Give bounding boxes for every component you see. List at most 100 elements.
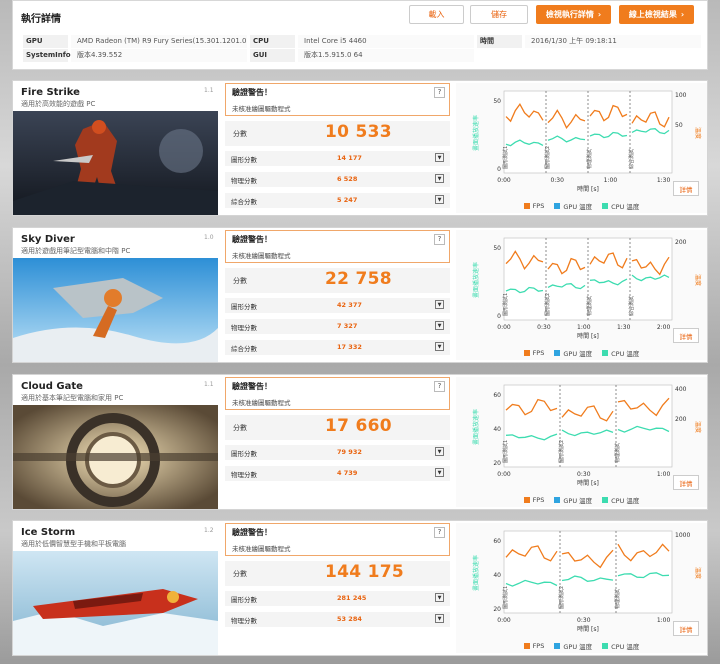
help-icon[interactable]: ? <box>434 527 445 538</box>
warning-message: 未核准繪圖驅動程式 <box>232 545 291 553</box>
y-left-tick: 50 <box>493 245 501 252</box>
chart-svg: 圖形測試1 圖形測試2 物理測試 綜合測試 50 0 200 0:00 0:30 1:00 1:30… <box>472 237 702 340</box>
subscore-row: 綜合分數 17 332 ▼ <box>225 340 450 355</box>
expand-dropdown-icon[interactable]: ▼ <box>435 593 444 602</box>
x-tick: 1:30 <box>657 177 671 184</box>
help-icon[interactable]: ? <box>434 381 445 392</box>
expand-dropdown-icon[interactable]: ▼ <box>435 300 444 309</box>
section-label: 綜合測試 <box>628 296 635 316</box>
legend-swatch <box>602 203 609 209</box>
expand-dropdown-icon[interactable]: ▼ <box>435 174 444 183</box>
warning-title: 驗證警告！ <box>232 235 272 244</box>
test-card-sky-diver: Sky Diver 適用於遊戲用筆記型電腦和中階 PC 1.0 驗證警告！ 未核准繪圖驅… <box>12 227 708 363</box>
legend-swatch <box>523 497 530 503</box>
y-left-axis-label: 畫面播放速率 <box>472 555 480 591</box>
y-left-tick: 20 <box>493 606 501 613</box>
x-tick: 0:00 <box>497 177 511 184</box>
subscore-row: 圖形分數 42 377 ▼ <box>225 298 450 313</box>
expand-dropdown-icon[interactable]: ▼ <box>435 342 444 351</box>
view-details-label: 檢視執行詳情 <box>545 10 594 19</box>
y-right-tick: 200 <box>675 416 687 423</box>
view-online-button[interactable]: 線上檢視結果 › <box>619 5 694 24</box>
details-button[interactable]: 詳情 <box>673 475 699 490</box>
subscore-label: 圖形分數 <box>231 156 257 164</box>
help-icon[interactable]: ? <box>434 87 445 98</box>
view-online-label: 線上檢視結果 <box>628 10 677 19</box>
score-label: 分數 <box>233 130 247 138</box>
expand-dropdown-icon[interactable]: ▼ <box>435 614 444 623</box>
legend-label: GPU 溫度 <box>563 643 593 651</box>
section-label: 物理測試 <box>586 149 593 169</box>
x-tick: 0:30 <box>550 177 564 184</box>
x-tick: 1:30 <box>617 324 631 331</box>
warning-message: 未核准繪圖驅動程式 <box>232 105 291 113</box>
expand-dropdown-icon[interactable]: ▼ <box>435 153 444 162</box>
test-artwork <box>13 111 218 215</box>
subscore-row: 物理分數 4 739 ▼ <box>225 466 450 481</box>
section-label: 物理測試 <box>614 443 621 463</box>
x-tick: 0:00 <box>497 471 511 478</box>
test-artwork <box>13 405 218 509</box>
subscore-value: 5 247 <box>337 196 358 204</box>
score-row: 分數 17 660 <box>225 415 450 440</box>
legend-label: CPU 溫度 <box>611 497 640 505</box>
expand-dropdown-icon[interactable]: ▼ <box>435 468 444 477</box>
legend-swatch <box>602 497 609 503</box>
expand-dropdown-icon[interactable]: ▼ <box>435 321 444 330</box>
chevron-right-icon: › <box>597 10 602 19</box>
section-label: 圖形測試1 <box>502 293 509 316</box>
help-icon[interactable]: ? <box>434 234 445 245</box>
legend-swatch <box>523 643 530 649</box>
x-tick: 0:30 <box>577 471 591 478</box>
test-card-fire-strike: Fire Strike 適用於高效能的遊戲 PC 1.1 驗證警告！ 未核准繪圖驅動程式… <box>12 80 708 216</box>
expand-dropdown-icon[interactable]: ▼ <box>435 447 444 456</box>
score-row: 分數 22 758 <box>225 268 450 293</box>
subscore-row: 物理分數 53 284 ▼ <box>225 612 450 627</box>
load-button[interactable]: 載入 <box>409 5 464 24</box>
section-label: 圖形測試2 <box>544 293 551 316</box>
score-value: 10 533 <box>325 122 392 142</box>
y-left-tick: 20 <box>493 460 501 467</box>
info-key: CPU <box>250 35 295 48</box>
expand-dropdown-icon[interactable]: ▼ <box>435 195 444 204</box>
legend-label: FPS <box>532 202 545 210</box>
y-left-tick: 40 <box>493 426 501 433</box>
plot-area <box>503 530 673 614</box>
page-title: 執行詳情 <box>21 14 61 25</box>
score-value: 22 758 <box>325 269 392 289</box>
section-label: 圖形測試2 <box>558 440 565 463</box>
subscore-label: 綜合分數 <box>231 345 257 353</box>
details-button[interactable]: 詳情 <box>673 621 699 636</box>
test-description: 適用於低價智慧型手機和平板電腦 <box>21 540 126 548</box>
x-tick: 0:00 <box>497 324 511 331</box>
subscore-value: 14 177 <box>337 154 362 162</box>
legend-gpu: GPU 溫度 <box>554 201 592 211</box>
x-tick: 1:00 <box>604 177 618 184</box>
info-value: Intel Core i5 4460 <box>298 35 474 48</box>
subscore-label: 物理分數 <box>231 471 257 479</box>
legend-swatch <box>554 350 561 356</box>
details-button[interactable]: 詳情 <box>673 181 699 196</box>
x-tick: 0:00 <box>497 617 511 624</box>
view-details-button[interactable]: 檢視執行詳情 › <box>536 5 611 24</box>
details-button[interactable]: 詳情 <box>673 328 699 343</box>
section-label: 圖形測試1 <box>502 586 509 609</box>
monitoring-chart: 圖形測試1 圖形測試2 物理測試 綜合測試 50 0 200 0:00 0:30 1:00 1:30… <box>456 230 707 360</box>
chart-svg: 圖形測試1 圖形測試2 物理測試 60 40 20 400 200 0:00 0:30 1:00 畫面… <box>472 384 702 487</box>
warning-message: 未核准繪圖驅動程式 <box>232 252 291 260</box>
subscore-value: 4 739 <box>337 469 358 477</box>
legend-label: FPS <box>532 642 545 650</box>
y-left-tick: 50 <box>493 98 501 105</box>
test-name: Cloud Gate <box>21 381 83 392</box>
x-tick: 0:30 <box>537 324 551 331</box>
subscore-row: 圖形分數 79 932 ▼ <box>225 445 450 460</box>
monitoring-chart: 圖形測試1 圖形測試2 物理測試 60 40 20 1000 0:00 0:30 1:00 畫面播放… <box>456 523 707 653</box>
legend-swatch <box>602 350 609 356</box>
score-row: 分數 144 175 <box>225 561 450 586</box>
chart-legend: FPS GPU 溫度 CPU 溫度 <box>456 201 707 211</box>
info-key: SystemInfo <box>23 49 71 62</box>
test-artwork <box>13 551 218 655</box>
save-button[interactable]: 儲存 <box>470 5 528 24</box>
monitoring-chart: 圖形測試1 圖形測試2 物理測試 綜合測試 50 0 100 50 0:00 0:30 1:00 1:… <box>456 83 707 213</box>
legend-gpu: GPU 溫度 <box>554 495 592 505</box>
